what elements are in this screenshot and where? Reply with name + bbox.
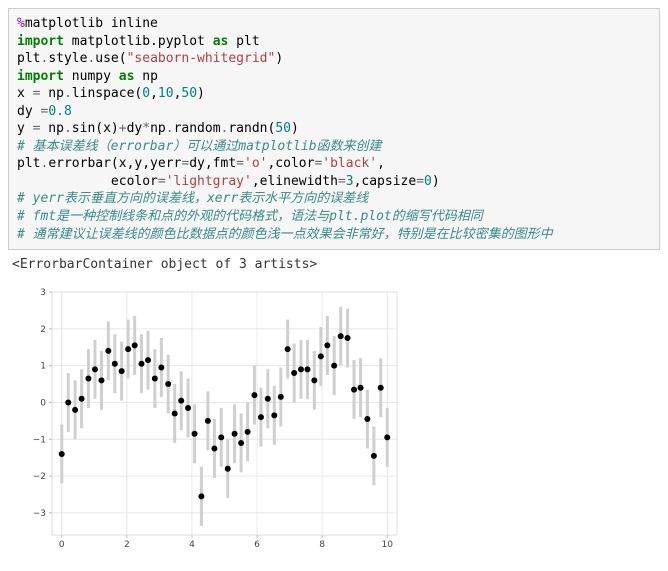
- svg-text:3: 3: [40, 288, 46, 298]
- t: ,color: [267, 156, 314, 171]
- t: .: [166, 121, 174, 136]
- t: y: [17, 121, 33, 136]
- t: linspace(: [72, 86, 142, 101]
- svg-text:−1: −1: [33, 435, 46, 445]
- t: ): [291, 121, 299, 136]
- op-eq: =: [236, 156, 244, 171]
- t: np: [40, 86, 63, 101]
- kw-import: import: [17, 34, 64, 49]
- t: .: [64, 86, 72, 101]
- svg-text:6: 6: [254, 540, 260, 550]
- t: ,: [150, 86, 158, 101]
- t: use(: [95, 51, 126, 66]
- mod-mpl: matplotlib.pyplot: [64, 34, 213, 49]
- comment: # 通常建议让误差线的颜色比数据点的颜色浅一点效果会非常好，特别是在比较密集的图…: [17, 227, 553, 242]
- t: .: [64, 121, 72, 136]
- op-eq: =: [416, 174, 424, 189]
- t: plt: [17, 51, 40, 66]
- svg-text:0: 0: [40, 398, 46, 408]
- magic-percent: %: [17, 16, 25, 31]
- chart-svg: −3 −2 −1 0 1 2 3 0 2 4 6 8 10: [12, 282, 407, 557]
- svg-text:10: 10: [382, 540, 394, 550]
- t: dy,fmt: [189, 156, 236, 171]
- svg-text:1: 1: [40, 361, 46, 371]
- output-repr: <ErrorbarContainer object of 3 artists>: [8, 250, 660, 278]
- t: style: [48, 51, 87, 66]
- svg-text:2: 2: [124, 540, 130, 550]
- t: dy: [127, 121, 143, 136]
- svg-text:0: 0: [59, 540, 65, 550]
- op-mul: *: [142, 121, 150, 136]
- num: 10: [158, 86, 174, 101]
- t: plt: [17, 156, 40, 171]
- t: ecolor: [17, 174, 158, 189]
- svg-text:2: 2: [40, 324, 46, 334]
- t: ): [275, 51, 283, 66]
- num: 0: [424, 174, 432, 189]
- svg-text:−2: −2: [33, 472, 46, 482]
- t: x: [17, 86, 33, 101]
- str-style: "seaborn-whitegrid": [127, 51, 276, 66]
- t: np: [150, 121, 166, 136]
- svg-text:4: 4: [189, 540, 195, 550]
- num: 50: [275, 121, 291, 136]
- t: ): [197, 86, 205, 101]
- alias-np: np: [134, 69, 157, 84]
- num: 50: [181, 86, 197, 101]
- str: 'o': [244, 156, 267, 171]
- mod-numpy: numpy: [64, 69, 119, 84]
- t: errorbar(x,y,yerr: [48, 156, 181, 171]
- t: np: [40, 121, 63, 136]
- t: ,elinewidth: [252, 174, 338, 189]
- t: ,capsize: [354, 174, 417, 189]
- num: 0.8: [48, 104, 71, 119]
- op-plus: +: [119, 121, 127, 136]
- comment: # yerr表示垂直方向的误差线，xerr表示水平方向的误差线: [17, 191, 368, 206]
- errorbar-chart: −3 −2 −1 0 1 2 3 0 2 4 6 8 10: [8, 278, 660, 557]
- num: 3: [346, 174, 354, 189]
- comment: # fmt是一种控制线条和点的外观的代码格式，语法与plt.plot的缩写代码相…: [17, 209, 483, 224]
- str: 'lightgray': [166, 174, 252, 189]
- magic-cmd: matplotlib inline: [25, 16, 158, 31]
- t: random: [174, 121, 221, 136]
- kw-import: import: [17, 69, 64, 84]
- svg-text:−3: −3: [33, 509, 46, 519]
- t: dy: [17, 104, 40, 119]
- code-cell: %matplotlib inline import matplotlib.pyp…: [8, 8, 660, 250]
- kw-as: as: [213, 34, 229, 49]
- t: sin(x): [72, 121, 119, 136]
- t: ,: [377, 156, 385, 171]
- kw-as: as: [119, 69, 135, 84]
- t: randn(: [228, 121, 275, 136]
- alias-plt: plt: [228, 34, 259, 49]
- svg-text:8: 8: [319, 540, 325, 550]
- op-eq: =: [158, 174, 166, 189]
- str: 'black': [322, 156, 377, 171]
- op-eq: =: [338, 174, 346, 189]
- num: 0: [142, 86, 150, 101]
- comment: # 基本误差线（errorbar）可以通过matplotlib函数来创建: [17, 139, 382, 154]
- t: ): [432, 174, 440, 189]
